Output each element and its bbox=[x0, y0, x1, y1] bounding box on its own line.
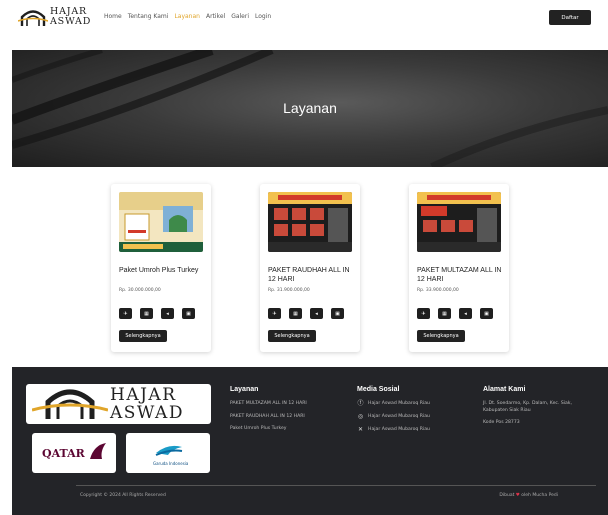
bus-icon: ◂ bbox=[161, 308, 174, 319]
heart-icon: ♥ bbox=[515, 493, 520, 498]
main-nav: Home Tentang Kami Layanan Artikel Galeri… bbox=[104, 13, 271, 20]
nav-tentang-kami[interactable]: Tentang Kami bbox=[128, 13, 169, 20]
meal-icon: ▣ bbox=[182, 308, 195, 319]
plane-icon: ✈ bbox=[119, 308, 132, 319]
qatar-airways-logo: QATAR bbox=[32, 433, 116, 473]
nav-artikel[interactable]: Artikel bbox=[206, 13, 225, 20]
hotel-icon: ▦ bbox=[140, 308, 153, 319]
kaaba-arch-icon bbox=[18, 10, 48, 26]
garuda-indonesia-logo: Garuda Indonesia bbox=[126, 433, 210, 473]
facebook-label: Hajar Aswad Mubaroq Riau bbox=[368, 401, 430, 407]
x-label: Hajar Aswad Mubaroq Riau bbox=[368, 427, 430, 433]
footer-divider bbox=[76, 485, 596, 486]
footer-layanan-link[interactable]: PAKET RAUDHAH ALL IN 12 HARI bbox=[230, 414, 307, 421]
brand-logo[interactable]: HAJAR ASWAD bbox=[18, 6, 98, 30]
kaaba-arch-icon bbox=[32, 389, 108, 419]
address-line: Jl. Dt. Soedarmo, Kp. Dalam, Kec. Siak, bbox=[483, 401, 572, 406]
nav-home[interactable]: Home bbox=[104, 13, 122, 20]
footer-alamat: Alamat Kami Jl. Dt. Soedarmo, Kp. Dalam,… bbox=[483, 386, 572, 433]
footer: HAJAR ASWAD QATAR Garuda Indonesia Layan… bbox=[12, 367, 608, 515]
postal-code: Kode Pos 28773 bbox=[483, 420, 520, 425]
footer-layanan-heading: Layanan bbox=[230, 386, 259, 393]
footer-media-heading: Media Sosial bbox=[357, 386, 400, 393]
footer-layanan-link[interactable]: Paket Umroh Plus Turkey bbox=[230, 426, 307, 433]
package-card: PAKET RAUDHAH ALL IN 12 HARI Rp. 31.900.… bbox=[260, 184, 360, 352]
package-features: ✈ ▦ ◂ ▣ bbox=[119, 308, 195, 319]
package-title: Paket Umroh Plus Turkey bbox=[119, 267, 199, 274]
details-button[interactable]: Selengkapnya bbox=[268, 330, 316, 342]
package-title: PAKET MULTAZAM ALL IN 12 HARI bbox=[417, 267, 502, 283]
facebook-link[interactable]: ⓕ Hajar Aswad Mubaroq Riau bbox=[357, 400, 430, 408]
footer-brand-line1: HAJAR bbox=[110, 385, 177, 405]
bus-icon: ◂ bbox=[459, 308, 472, 319]
instagram-label: Hajar Aswad Mubaroq Riau bbox=[368, 414, 430, 420]
nav-galeri[interactable]: Galeri bbox=[231, 13, 249, 20]
hotel-icon: ▦ bbox=[438, 308, 451, 319]
package-features: ✈ ▦ ◂ ▣ bbox=[417, 308, 493, 319]
footer-brand-line2: ASWAD bbox=[110, 403, 184, 423]
credit-prefix: Dibuat bbox=[499, 493, 515, 498]
page-title: Layanan bbox=[283, 100, 337, 116]
qatar-logo-text: QATAR bbox=[42, 447, 86, 460]
credit: Dibuat ♥ oleh Mucha Pedi bbox=[499, 493, 558, 498]
package-image[interactable] bbox=[268, 192, 352, 252]
hotel-icon: ▦ bbox=[289, 308, 302, 319]
details-button[interactable]: Selengkapnya bbox=[417, 330, 465, 342]
footer-layanan: Layanan PAKET MULTAZAM ALL IN 12 HARI PA… bbox=[230, 386, 307, 439]
navbar: HAJAR ASWAD Home Tentang Kami Layanan Ar… bbox=[0, 0, 608, 36]
credit-suffix: oleh Mucha Pedi bbox=[521, 493, 558, 498]
details-button[interactable]: Selengkapnya bbox=[119, 330, 167, 342]
package-card: PAKET MULTAZAM ALL IN 12 HARI Rp. 33.900… bbox=[409, 184, 509, 352]
package-price: Rp. 33.900.000,00 bbox=[417, 288, 459, 293]
garuda-logo-text: Garuda Indonesia bbox=[153, 461, 189, 466]
instagram-link[interactable]: ◎ Hajar Aswad Mubaroq Riau bbox=[357, 414, 430, 421]
footer-layanan-link[interactable]: PAKET MULTAZAM ALL IN 12 HARI bbox=[230, 401, 307, 408]
hero-banner: Layanan bbox=[12, 50, 608, 167]
package-image[interactable] bbox=[119, 192, 203, 252]
facebook-icon: ⓕ bbox=[357, 400, 364, 408]
address-line: Kabupaten Siak Riau bbox=[483, 407, 531, 413]
package-price: Rp. 30.000.000,00 bbox=[119, 288, 161, 293]
footer-alamat-heading: Alamat Kami bbox=[483, 386, 526, 393]
copyright: Copyright © 2024 All Rights Reserved bbox=[80, 493, 166, 498]
package-title: PAKET RAUDHAH ALL IN 12 HARI bbox=[268, 267, 350, 283]
nav-login[interactable]: Login bbox=[255, 13, 271, 20]
register-button[interactable]: Daftar bbox=[549, 10, 591, 25]
brand-name-line2: ASWAD bbox=[50, 16, 92, 27]
nav-layanan[interactable]: Layanan bbox=[174, 13, 200, 20]
package-features: ✈ ▦ ◂ ▣ bbox=[268, 308, 344, 319]
meal-icon: ▣ bbox=[331, 308, 344, 319]
footer-media-sosial: Media Sosial ⓕ Hajar Aswad Mubaroq Riau … bbox=[357, 386, 430, 440]
package-price: Rp. 31.900.000,00 bbox=[268, 288, 310, 293]
plane-icon: ✈ bbox=[417, 308, 430, 319]
x-link[interactable]: ✕ Hajar Aswad Mubaroq Riau bbox=[357, 427, 430, 434]
bus-icon: ◂ bbox=[310, 308, 323, 319]
footer-brand-logo: HAJAR ASWAD bbox=[26, 384, 211, 424]
plane-icon: ✈ bbox=[268, 308, 281, 319]
package-card: Paket Umroh Plus Turkey Rp. 30.000.000,0… bbox=[111, 184, 211, 352]
x-icon: ✕ bbox=[357, 426, 364, 434]
meal-icon: ▣ bbox=[480, 308, 493, 319]
package-image[interactable] bbox=[417, 192, 501, 252]
instagram-icon: ◎ bbox=[357, 413, 364, 421]
